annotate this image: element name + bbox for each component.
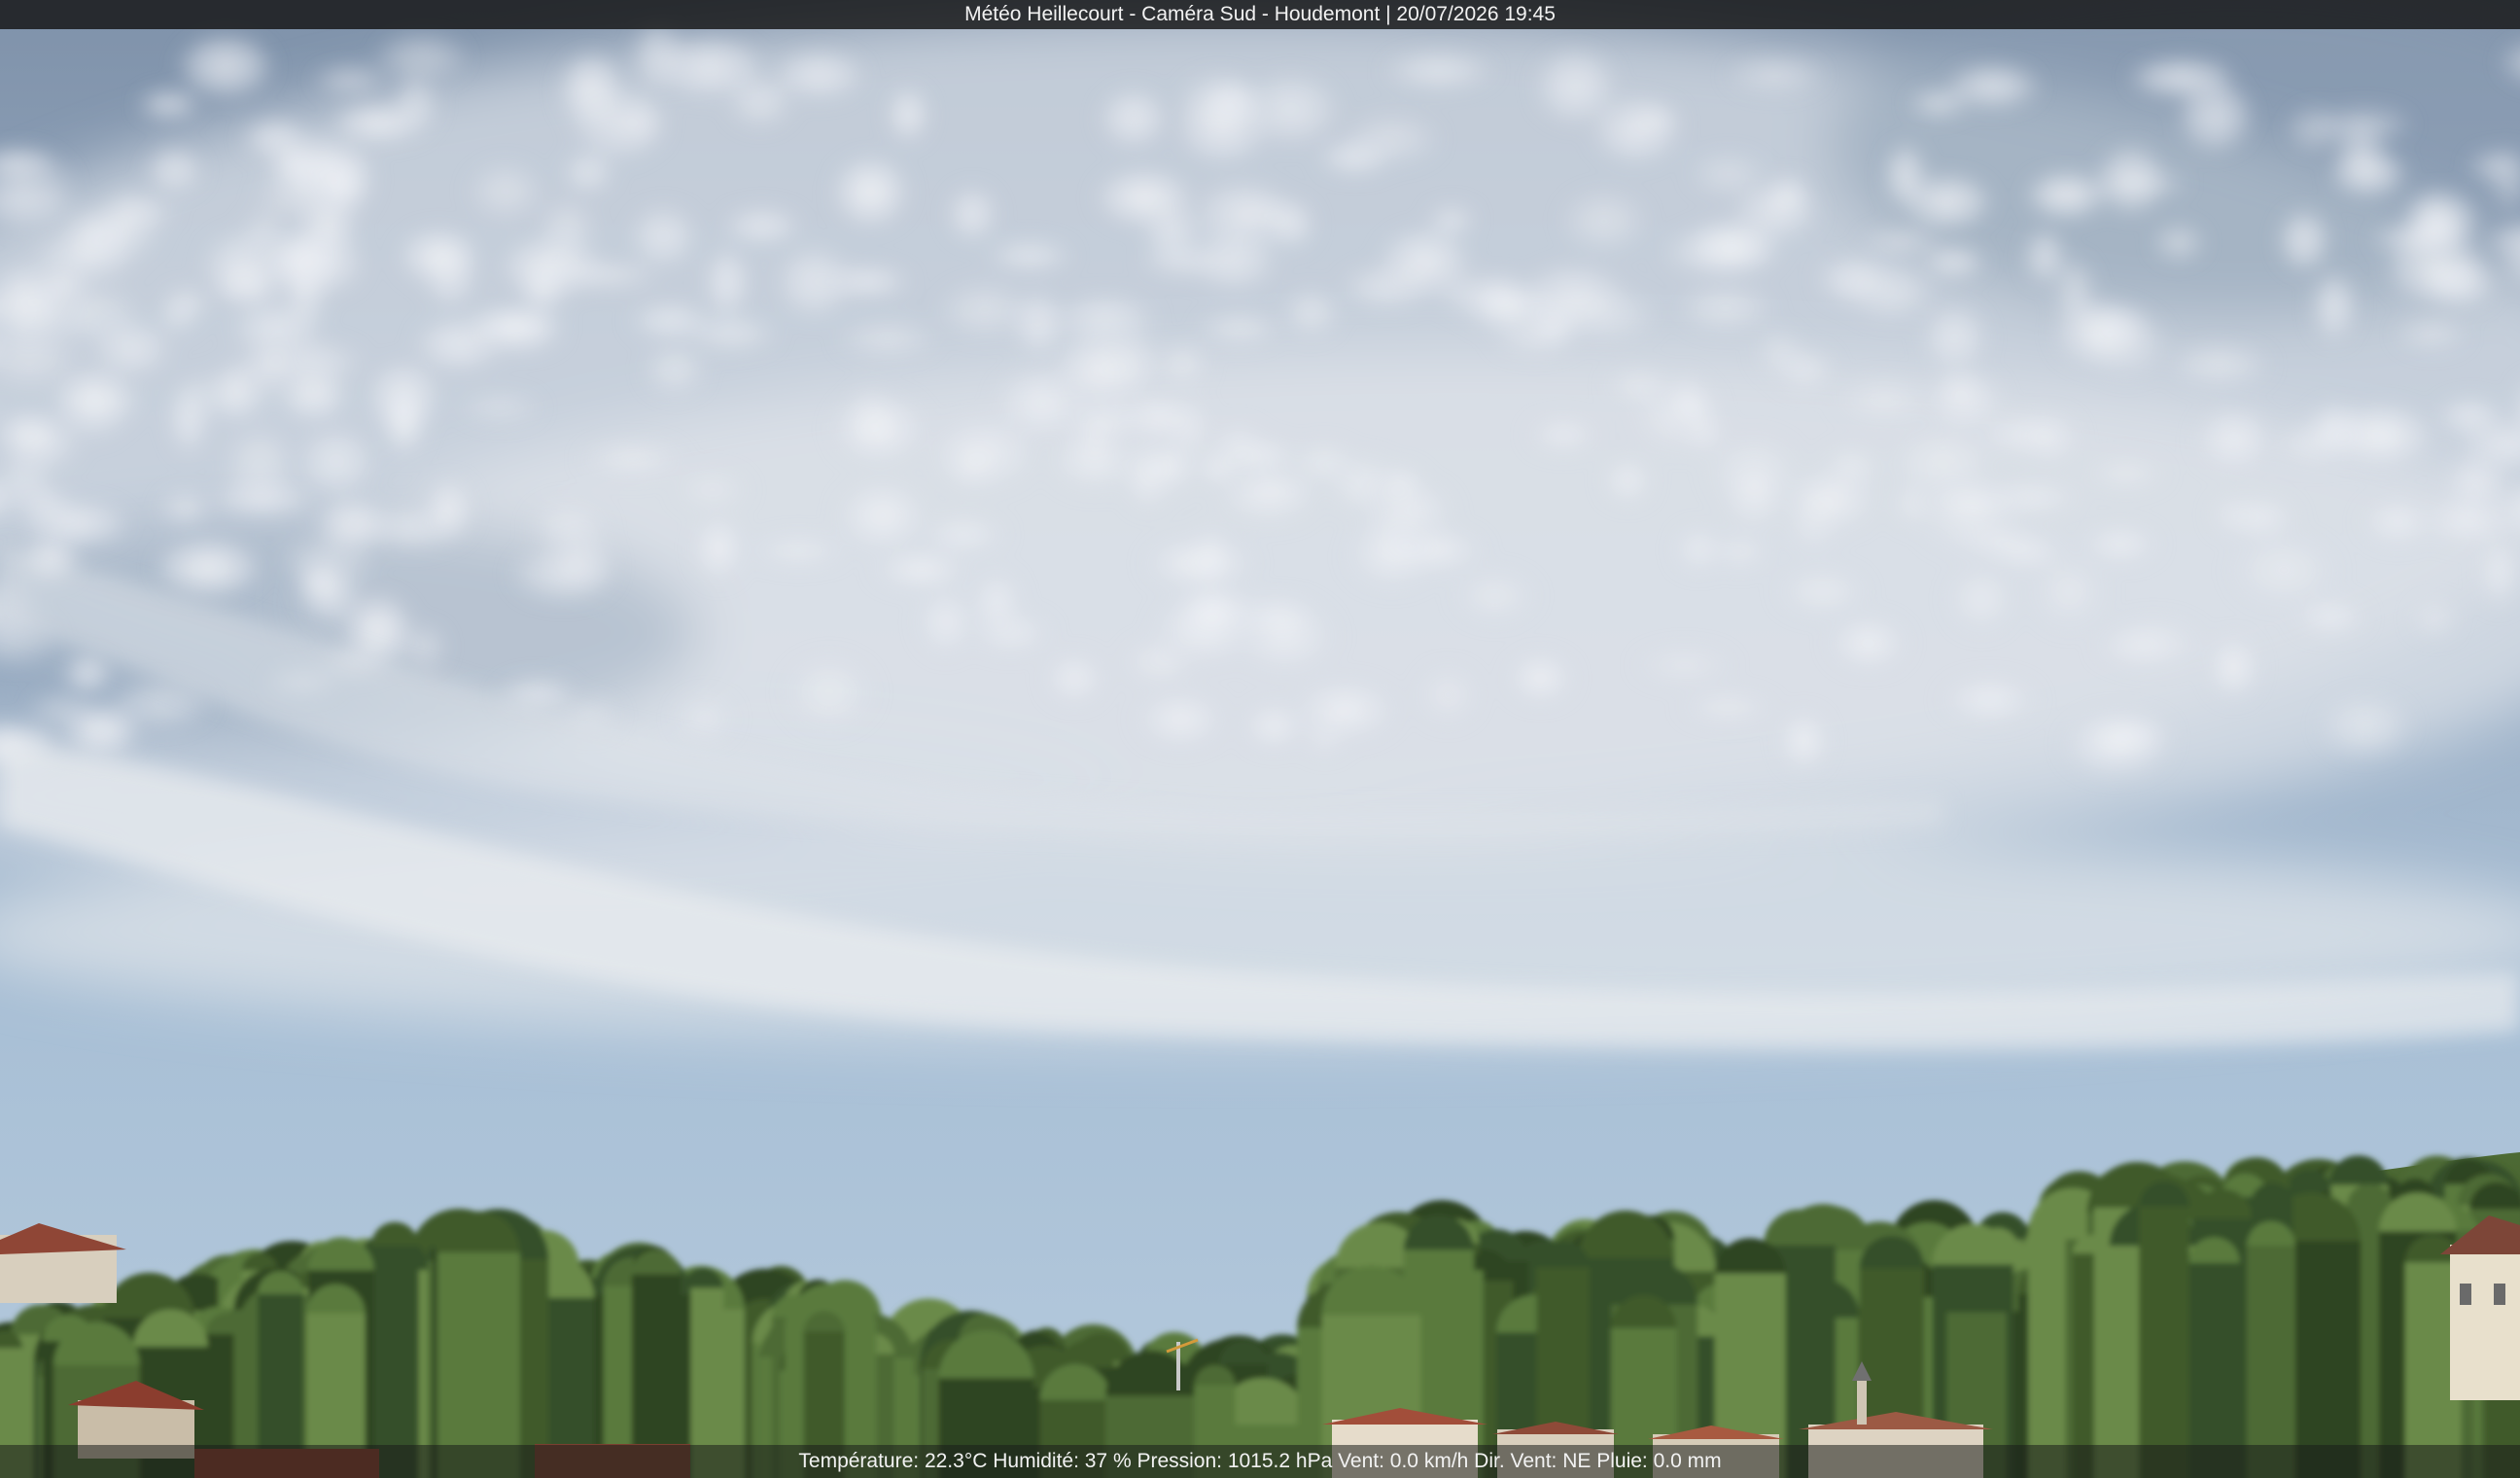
caption-bar: Météo Heillecourt - Caméra Sud - Houdemo…: [0, 0, 2520, 29]
sky-landscape-photo: [0, 0, 2520, 1478]
weather-readout-bar: Température: 22.3°C Humidité: 37 % Press…: [0, 1445, 2520, 1478]
webcam-frame: Météo Heillecourt - Caméra Sud - Houdemo…: [0, 0, 2520, 1478]
camera-caption: Météo Heillecourt - Caméra Sud - Houdemo…: [964, 3, 1556, 25]
weather-readout: Température: 22.3°C Humidité: 37 % Press…: [798, 1450, 1722, 1472]
